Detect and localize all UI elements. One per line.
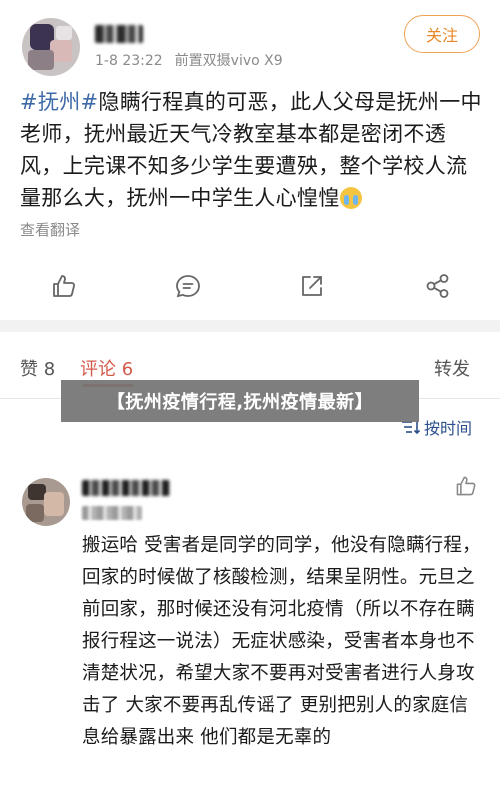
- post-body: #抚州#隐瞒行程真的可恶，此人父母是抚州一中老师，抚州最近天气冷教室基本都是密闭…: [20, 86, 482, 214]
- author-name-blurred[interactable]: [95, 25, 143, 43]
- comment-icon[interactable]: [174, 272, 202, 300]
- translate-link[interactable]: 查看翻译: [20, 219, 80, 240]
- hashtag-link[interactable]: #抚州#: [20, 90, 98, 114]
- comment-meta-blurred: [82, 506, 142, 520]
- overlay-title-banner: 【抚州疫情行程,抚州疫情最新】: [61, 380, 419, 422]
- like-icon[interactable]: [50, 272, 78, 300]
- author-avatar[interactable]: [22, 18, 80, 76]
- post-time: 1-8 23:22: [95, 53, 163, 69]
- repost-icon[interactable]: [298, 272, 326, 300]
- post-source: 前置双摄vivo X9: [174, 53, 283, 69]
- section-divider: [0, 320, 500, 332]
- follow-button[interactable]: 关注: [404, 15, 480, 53]
- share-icon[interactable]: [424, 272, 452, 300]
- comment-like-icon[interactable]: [454, 474, 478, 498]
- sort-label: 按时间: [424, 419, 473, 438]
- tab-likes[interactable]: 赞 8: [20, 355, 55, 381]
- commenter-avatar[interactable]: [22, 478, 70, 526]
- tab-comments[interactable]: 评论 6: [80, 355, 133, 381]
- tab-reposts[interactable]: 转发: [434, 355, 470, 381]
- comment-text: 搬运哈 受害者是同学的同学，他没有隐瞒行程，回家的时候做了核酸检测，结果呈阴性。…: [82, 535, 481, 748]
- crying-face-icon: [339, 187, 362, 209]
- post-meta: 1-8 23:22 前置双摄vivo X9: [95, 50, 283, 70]
- commenter-name-blurred[interactable]: [82, 480, 170, 496]
